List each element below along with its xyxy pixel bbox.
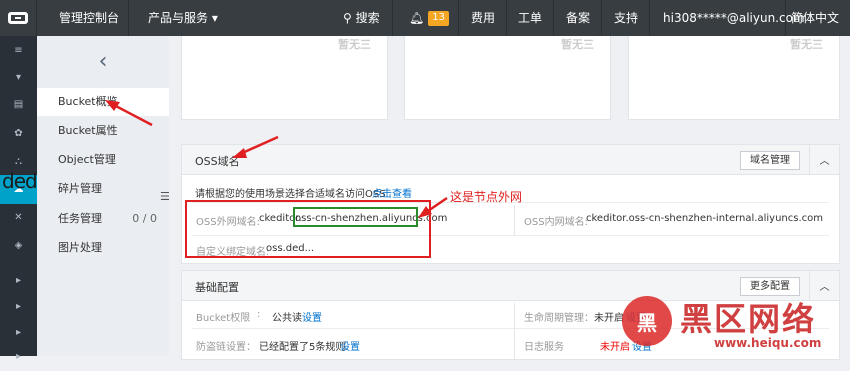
annotation-green-box: [293, 207, 418, 227]
domain-manage-button[interactable]: 域名管理: [740, 151, 800, 170]
divider: [649, 0, 650, 36]
task-count: 0 / 0: [132, 212, 157, 225]
sidebar-item-label: Bucket属性: [58, 124, 118, 137]
watermark-logo-icon: 黑: [622, 296, 672, 346]
log-service-label: 日志服务: [524, 342, 564, 353]
sidebar-item-bucket-properties[interactable]: Bucket属性: [37, 117, 169, 145]
server-icon[interactable]: ▤: [0, 90, 37, 119]
sidebar-item-label: Bucket概览: [58, 95, 118, 108]
divider: [506, 0, 507, 36]
lifecycle-value: 未开启: [594, 313, 624, 324]
console-link[interactable]: 管理控制台: [59, 0, 119, 36]
left-icon-bar: ≡ ▾ ▤ ✿ ⛬ ☁ ✕ ◈ ▸ ▸ ▸ ▸: [0, 36, 37, 362]
stat-card: 暂无三: [181, 36, 388, 120]
search-icon: ⚲: [343, 11, 352, 25]
caret-right-icon[interactable]: ▸: [0, 266, 37, 295]
bell-icon: 🔔︎: [409, 11, 425, 25]
colon: :: [257, 309, 261, 320]
annotation-text: 这是节点外网: [450, 190, 523, 204]
search-label: 搜索: [355, 11, 380, 25]
tickets-link[interactable]: 工单: [518, 0, 542, 36]
back-button[interactable]: ‹: [37, 36, 169, 86]
divider: [553, 0, 554, 36]
hotlink-label: 防盗链设置：: [196, 342, 256, 353]
sidebar-item-label: 任务管理: [58, 212, 102, 225]
divider: [392, 0, 393, 36]
palette-icon[interactable]: ✿: [0, 119, 37, 148]
card-placeholder-text: 暂无三: [561, 38, 594, 51]
stat-card: 暂无三: [404, 36, 611, 120]
collapse-chevron-up-icon[interactable]: ︿: [809, 145, 839, 174]
divider: [36, 0, 37, 36]
sidebar-item-bucket-overview[interactable]: Bucket概览: [37, 88, 169, 116]
chevron-left-icon: ‹: [98, 48, 108, 74]
expand-icon[interactable]: ✕: [0, 203, 37, 232]
user-account-menu[interactable]: hi308*****@aliyun.com: [663, 0, 805, 36]
site-watermark: 黑 黑区网络 www.heiqu.com: [622, 294, 842, 352]
watermark-site: www.heiqu.com: [714, 336, 822, 350]
aliyun-logo-icon[interactable]: [0, 0, 36, 36]
divider: [785, 0, 786, 36]
lifecycle-label: 生命周期管理：: [524, 313, 594, 324]
card-placeholder-text: 暂无三: [790, 38, 823, 51]
stat-card: 暂无三: [628, 36, 840, 120]
record-link[interactable]: 备案: [566, 0, 590, 36]
divider: [514, 205, 515, 235]
bucket-permission-set-link[interactable]: 设置: [302, 309, 322, 324]
divider: [601, 0, 602, 36]
products-menu[interactable]: 产品与服务 ▾: [148, 0, 218, 36]
internal-domain-value: ckeditor.oss-cn-shenzhen-internal.aliyun…: [586, 213, 824, 224]
sidebar-item-object-management[interactable]: Object管理: [37, 146, 169, 174]
domain-hint-link[interactable]: 点击查看: [372, 185, 412, 200]
notifications-button[interactable]: 🔔︎ 13: [409, 0, 449, 36]
sidebar-item-label: Object管理: [58, 153, 116, 166]
divider: [514, 303, 515, 359]
bucket-sidebar: ‹ Bucket概览 Bucket属性 Object管理 碎片管理 任务管理 0 …: [37, 36, 169, 356]
hotlink-set-link[interactable]: 设置: [340, 338, 360, 353]
caret-right-icon[interactable]: ▸: [0, 342, 37, 371]
sidebar-item-fragment-management[interactable]: 碎片管理: [37, 175, 169, 203]
divider: [458, 0, 459, 36]
panel-title: 基础配置: [195, 281, 239, 294]
language-switcher[interactable]: 简体中文: [791, 0, 839, 36]
sidebar-item-image-processing[interactable]: 图片处理: [37, 234, 169, 262]
top-navigation-bar: 管理控制台 产品与服务 ▾ ⚲ 搜索 🔔︎ 13 费用 工单 备案 支持 hi30…: [0, 0, 850, 36]
caret-right-icon[interactable]: ▸: [0, 292, 37, 321]
menu-icon[interactable]: ≡: [0, 36, 37, 65]
divider: [128, 0, 129, 36]
bucket-permission-label: Bucket权限: [196, 313, 251, 324]
watermark-brand: 黑区网络: [680, 300, 817, 338]
caret-down-icon[interactable]: ▾: [0, 63, 37, 92]
sidebar-item-label: 图片处理: [58, 241, 102, 254]
sidebar-item-label: 碎片管理: [58, 182, 102, 195]
fees-link[interactable]: 费用: [471, 0, 495, 36]
search-button[interactable]: ⚲ 搜索: [343, 0, 380, 36]
database-icon[interactable]: ◈: [0, 231, 37, 260]
panel-title: OSS域名: [195, 155, 240, 168]
hotlink-value: 已经配置了5条规则: [259, 342, 346, 353]
notification-count-badge: 13: [428, 11, 449, 26]
domain-hint-text: 请根据您的使用场景选择合适域名访问OSS: [195, 189, 386, 200]
internal-domain-label: OSS内网域名:: [524, 217, 588, 228]
card-placeholder-text: 暂无三: [338, 38, 371, 51]
support-link[interactable]: 支持: [614, 0, 638, 36]
bucket-permission-value: 公共读: [272, 313, 302, 324]
sidebar-item-task-management[interactable]: 任务管理 0 / 0: [37, 205, 169, 233]
panel-header: OSS域名 域名管理 ︿: [182, 145, 839, 175]
